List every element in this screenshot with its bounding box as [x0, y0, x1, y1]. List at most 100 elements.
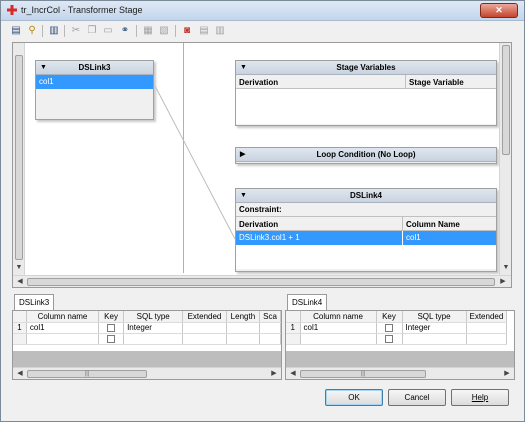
- key-checkbox[interactable]: [107, 323, 116, 332]
- transformer-app-icon: [7, 5, 17, 15]
- find-icon[interactable]: ⚭: [118, 24, 132, 37]
- stage-variables-header[interactable]: ▼ Stage Variables: [236, 61, 496, 75]
- output-link-body[interactable]: [236, 245, 496, 269]
- input-link-header[interactable]: ▼ DSLink3: [36, 61, 153, 75]
- stage-variables-box[interactable]: ▼ Stage Variables Derivation Stage Varia…: [235, 60, 497, 126]
- show-all-icon[interactable]: ◙: [180, 24, 194, 37]
- derivation-column-header: Derivation: [236, 217, 403, 230]
- table-row-new[interactable]: [286, 333, 508, 345]
- column-header[interactable]: SQL type: [123, 311, 184, 323]
- output-link-header[interactable]: ▼ DSLink4: [236, 189, 496, 203]
- length-cell[interactable]: [226, 333, 261, 345]
- toggle-icon[interactable]: ▤: [197, 24, 211, 37]
- key-cell[interactable]: [98, 322, 125, 334]
- scroll-thumb[interactable]: [27, 278, 495, 286]
- length-cell[interactable]: [226, 322, 261, 334]
- column-header[interactable]: Key: [376, 311, 403, 323]
- sql-type-cell[interactable]: Integer: [123, 322, 184, 334]
- output-columns-panel: DSLink4 Column name Key SQL type Extende…: [285, 294, 515, 380]
- help-button[interactable]: Help: [451, 389, 509, 406]
- extended-cell[interactable]: [466, 322, 508, 334]
- close-button[interactable]: ✕: [480, 3, 518, 18]
- row-number[interactable]: 1: [286, 322, 301, 334]
- link-icon[interactable]: ⚲: [25, 24, 39, 37]
- sql-type-cell[interactable]: Integer: [402, 322, 467, 334]
- derivation-cell[interactable]: DSLink3.col1 + 1: [236, 231, 403, 245]
- ok-button[interactable]: OK: [325, 389, 383, 406]
- loop-condition-box[interactable]: ▶ Loop Condition (No Loop): [235, 147, 497, 164]
- key-cell[interactable]: [376, 322, 403, 334]
- scale-cell[interactable]: [259, 322, 281, 334]
- key-checkbox[interactable]: [385, 323, 393, 332]
- autofit-icon[interactable]: ▥: [213, 24, 227, 37]
- load-icon[interactable]: ▦: [141, 24, 155, 37]
- key-cell[interactable]: [98, 333, 125, 345]
- column-header[interactable]: Extended: [466, 311, 508, 323]
- loop-condition-header[interactable]: ▶ Loop Condition (No Loop): [236, 148, 496, 162]
- input-link-box[interactable]: ▼ DSLink3 col1: [35, 60, 154, 120]
- stage-variables-body[interactable]: [236, 89, 496, 124]
- key-checkbox[interactable]: [385, 334, 393, 343]
- table-row[interactable]: 1 col1 Integer: [286, 322, 508, 334]
- column-name-cell[interactable]: col1: [300, 322, 377, 334]
- expand-icon[interactable]: ▶: [240, 148, 245, 162]
- derivation-column-header: Derivation: [236, 75, 406, 88]
- paste-icon[interactable]: ▭: [101, 24, 115, 37]
- collapse-icon[interactable]: ▼: [240, 189, 247, 203]
- extended-cell[interactable]: [466, 333, 508, 345]
- extended-cell[interactable]: [182, 333, 227, 345]
- sql-type-cell[interactable]: [402, 333, 467, 345]
- table-header-row: Column name Key SQL type Extended Length…: [13, 311, 281, 323]
- column-header[interactable]: Column name: [300, 311, 377, 323]
- scroll-left-arrow-icon[interactable]: ◀: [15, 369, 25, 379]
- key-cell[interactable]: [376, 333, 403, 345]
- output-columns-tab[interactable]: DSLink4: [287, 294, 328, 310]
- scroll-right-arrow-icon[interactable]: ▶: [498, 277, 508, 287]
- scroll-left-arrow-icon[interactable]: ◀: [15, 277, 25, 287]
- column-header[interactable]: Length: [226, 311, 261, 323]
- column-header[interactable]: Extended: [182, 311, 227, 323]
- collapse-icon[interactable]: ▼: [240, 61, 247, 75]
- cut-icon[interactable]: ✂: [69, 24, 83, 37]
- key-checkbox[interactable]: [107, 334, 116, 343]
- column-name-cell[interactable]: [300, 333, 377, 345]
- stage-variable-column-header: Stage Variable: [409, 78, 464, 87]
- scroll-right-arrow-icon[interactable]: ▶: [269, 369, 279, 379]
- constraint-row[interactable]: Constraint:: [236, 203, 496, 217]
- sql-type-cell[interactable]: [123, 333, 184, 345]
- column-order-icon[interactable]: ▥: [47, 24, 61, 37]
- column-name-cell[interactable]: col1: [26, 322, 100, 334]
- column-header[interactable]: Key: [98, 311, 125, 323]
- input-columns-tab[interactable]: DSLink3: [14, 294, 55, 310]
- extended-cell[interactable]: [182, 322, 227, 334]
- row-number[interactable]: 1: [13, 322, 27, 334]
- scroll-left-arrow-icon[interactable]: ◀: [288, 369, 298, 379]
- table-row[interactable]: 1 col1 Integer: [13, 322, 281, 334]
- scroll-down-arrow-icon[interactable]: ▼: [501, 263, 511, 273]
- copy-icon[interactable]: ❐: [85, 24, 99, 37]
- save-icon[interactable]: ▧: [157, 24, 171, 37]
- column-header[interactable]: Sca: [259, 311, 281, 323]
- scroll-thumb[interactable]: |||: [27, 370, 147, 378]
- column-name-cell[interactable]: [26, 333, 100, 345]
- canvas-horizontal-scrollbar[interactable]: ◀ ▶: [13, 275, 511, 287]
- properties-icon[interactable]: ▤: [9, 24, 23, 37]
- scale-cell[interactable]: [259, 333, 281, 345]
- output-column-row[interactable]: DSLink3.col1 + 1 col1: [236, 231, 496, 245]
- scroll-right-arrow-icon[interactable]: ▶: [502, 369, 512, 379]
- scroll-thumb[interactable]: |||: [300, 370, 426, 378]
- cancel-button[interactable]: Cancel: [388, 389, 446, 406]
- right-vertical-scrollbar[interactable]: ▼: [499, 43, 511, 275]
- link-line: [153, 83, 236, 240]
- table-row-new[interactable]: [13, 333, 281, 345]
- input-grid-horizontal-scrollbar[interactable]: ◀ ||| ▶: [13, 367, 281, 379]
- collapse-icon[interactable]: ▼: [40, 61, 47, 75]
- scroll-thumb[interactable]: [502, 45, 510, 155]
- column-header[interactable]: SQL type: [402, 311, 467, 323]
- column-name-cell[interactable]: col1: [403, 231, 421, 245]
- output-grid-horizontal-scrollbar[interactable]: ◀ ||| ▶: [286, 367, 514, 379]
- column-header[interactable]: Column name: [26, 311, 100, 323]
- output-link-box[interactable]: ▼ DSLink4 Constraint: Derivation Column …: [235, 188, 497, 272]
- input-column-row[interactable]: col1: [36, 75, 153, 89]
- input-columns-table: Column name Key SQL type Extended Length…: [13, 311, 281, 345]
